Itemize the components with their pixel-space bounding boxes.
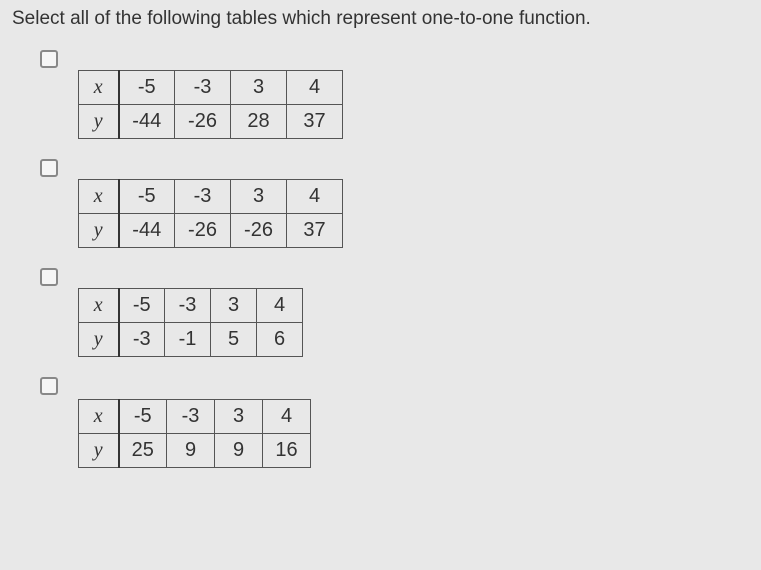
table-3: x -5 -3 3 4 y -3 -1 5 6 [78, 288, 303, 357]
table-cell: 4 [257, 289, 303, 323]
row-header-x: x [79, 71, 119, 105]
table-4-wrapper: x -5 -3 3 4 y 25 9 9 16 [78, 399, 311, 468]
row-header-x: x [79, 400, 119, 434]
checkbox-3[interactable] [40, 268, 58, 286]
row-header-x: x [79, 180, 119, 214]
table-1-wrapper: x -5 -3 3 4 y -44 -26 28 37 [78, 70, 343, 139]
table-cell: -3 [175, 180, 231, 214]
row-header-y: y [79, 105, 119, 139]
table-cell: 16 [263, 434, 311, 468]
table-2-wrapper: x -5 -3 3 4 y -44 -26 -26 37 [78, 179, 343, 248]
table-cell: 4 [263, 400, 311, 434]
table-2: x -5 -3 3 4 y -44 -26 -26 37 [78, 179, 343, 248]
table-3-wrapper: x -5 -3 3 4 y -3 -1 5 6 [78, 288, 303, 357]
table-cell: -26 [175, 214, 231, 248]
row-header-y: y [79, 214, 119, 248]
table-cell: 9 [215, 434, 263, 468]
checkbox-4[interactable] [40, 377, 58, 395]
table-cell: -5 [119, 289, 165, 323]
table-1: x -5 -3 3 4 y -44 -26 28 37 [78, 70, 343, 139]
table-cell: 6 [257, 323, 303, 357]
option-1: x -5 -3 3 4 y -44 -26 28 37 [40, 48, 749, 139]
checkbox-2[interactable] [40, 159, 58, 177]
table-cell: -5 [119, 180, 175, 214]
row-header-y: y [79, 323, 119, 357]
table-cell: 3 [211, 289, 257, 323]
table-cell: 3 [215, 400, 263, 434]
table-cell: -1 [165, 323, 211, 357]
table-cell: 25 [119, 434, 167, 468]
table-cell: 4 [287, 71, 343, 105]
table-cell: -26 [175, 105, 231, 139]
table-cell: -5 [119, 71, 175, 105]
row-header-x: x [79, 289, 119, 323]
table-cell: -3 [175, 71, 231, 105]
table-cell: 28 [231, 105, 287, 139]
option-2: x -5 -3 3 4 y -44 -26 -26 37 [40, 157, 749, 248]
table-cell: 4 [287, 180, 343, 214]
table-cell: -3 [119, 323, 165, 357]
table-cell: -3 [167, 400, 215, 434]
option-3: x -5 -3 3 4 y -3 -1 5 6 [40, 266, 749, 357]
question-prompt: Select all of the following tables which… [12, 8, 749, 30]
table-cell: 37 [287, 105, 343, 139]
table-cell: 37 [287, 214, 343, 248]
row-header-y: y [79, 434, 119, 468]
checkbox-1[interactable] [40, 50, 58, 68]
table-cell: -44 [119, 105, 175, 139]
table-cell: 3 [231, 71, 287, 105]
table-cell: 9 [167, 434, 215, 468]
table-cell: 3 [231, 180, 287, 214]
table-cell: -26 [231, 214, 287, 248]
table-cell: -5 [119, 400, 167, 434]
table-cell: -44 [119, 214, 175, 248]
table-cell: 5 [211, 323, 257, 357]
option-4: x -5 -3 3 4 y 25 9 9 16 [40, 375, 749, 468]
table-4: x -5 -3 3 4 y 25 9 9 16 [78, 399, 311, 468]
table-cell: -3 [165, 289, 211, 323]
